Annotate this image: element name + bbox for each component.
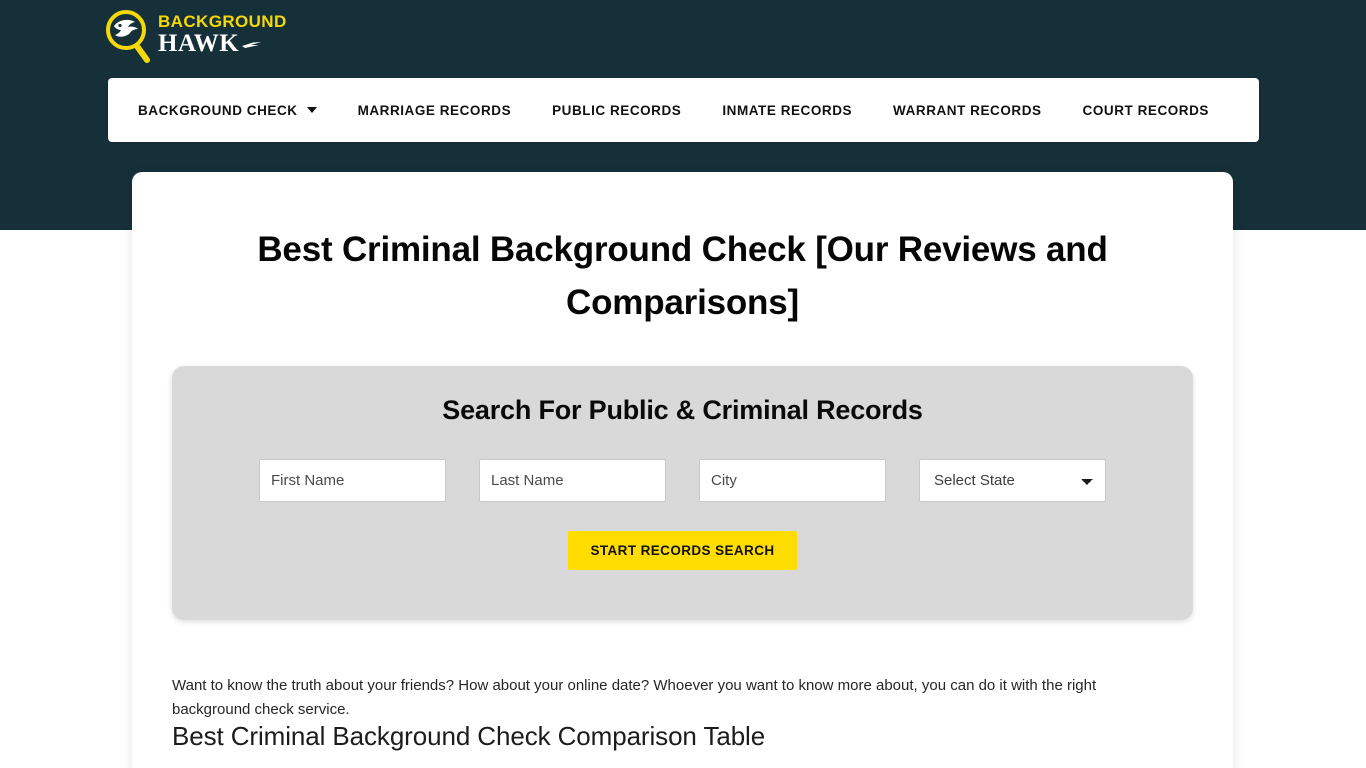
nav-item-inmate-records[interactable]: INMATE RECORDS <box>722 103 852 118</box>
wing-icon <box>241 31 263 56</box>
nav-item-label: COURT RECORDS <box>1082 102 1209 118</box>
main-navigation: BACKGROUND CHECK MARRIAGE RECORDS PUBLIC… <box>108 78 1259 142</box>
nav-item-label: INMATE RECORDS <box>722 102 853 118</box>
search-panel-heading: Search For Public & Criminal Records <box>442 395 923 425</box>
logo-wordmark: BACKGROUND HAWK <box>158 13 287 60</box>
logo-bottom-text: HAWK <box>158 31 287 56</box>
nav-item-label: PUBLIC RECORDS <box>552 102 682 118</box>
page-root: BACKGROUND HAWK BACKGROUND CHECK MARRIAG… <box>0 0 1366 768</box>
nav-item-court-records[interactable]: COURT RECORDS <box>1083 103 1209 118</box>
comparison-table-heading: Best Criminal Background Check Compariso… <box>172 721 766 751</box>
nav-item-label: MARRIAGE RECORDS <box>357 102 512 118</box>
nav-item-public-records[interactable]: PUBLIC RECORDS <box>552 103 681 118</box>
start-records-search-button[interactable]: START RECORDS SEARCH <box>568 531 797 570</box>
nav-item-label: BACKGROUND CHECK <box>138 102 298 118</box>
nav-item-warrant-records[interactable]: WARRANT RECORDS <box>893 103 1042 118</box>
search-submit-row: START RECORDS SEARCH <box>172 531 1193 570</box>
nav-item-background-check[interactable]: BACKGROUND CHECK <box>138 103 317 118</box>
last-name-input[interactable] <box>479 459 666 502</box>
chevron-down-icon <box>306 107 317 113</box>
records-search-panel: Search For Public & Criminal Records Sel… <box>172 366 1193 620</box>
city-input[interactable] <box>699 459 886 502</box>
site-logo[interactable]: BACKGROUND HAWK <box>104 6 404 66</box>
search-fields-row: Select State <box>172 459 1193 502</box>
logo-top-text: BACKGROUND <box>158 11 287 31</box>
state-select[interactable]: Select State <box>919 459 1106 502</box>
page-title: Best Criminal Background Check [Our Revi… <box>257 230 1108 322</box>
logo-hawk-text: HAWK <box>158 29 240 57</box>
nav-item-label: WARRANT RECORDS <box>893 102 1042 118</box>
magnifier-hawk-logo-icon <box>104 8 156 64</box>
intro-paragraph: Want to know the truth about your friend… <box>172 677 1097 719</box>
nav-item-marriage-records[interactable]: MARRIAGE RECORDS <box>358 103 512 118</box>
first-name-input[interactable] <box>259 459 446 502</box>
content-card: Best Criminal Background Check [Our Revi… <box>132 172 1233 768</box>
